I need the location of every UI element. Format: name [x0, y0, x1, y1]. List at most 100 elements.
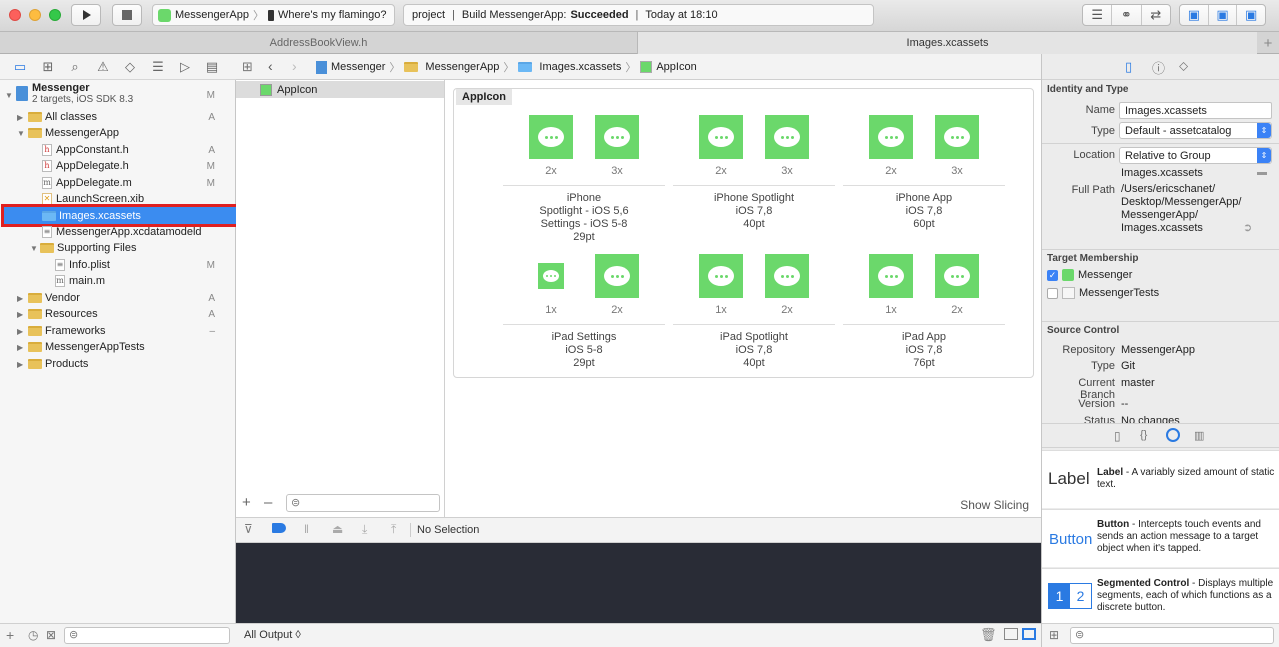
app-icon-slot[interactable] [765, 254, 809, 298]
disclosure-closed-icon[interactable]: ▶ [17, 294, 23, 303]
add-icon[interactable]: + [6, 627, 14, 643]
hide-debug-icon[interactable]: ⊽ [244, 522, 253, 536]
library-item[interactable]: Button Button - Intercepts touch events … [1042, 509, 1279, 567]
file-template-icon[interactable]: ▯ [1114, 429, 1121, 443]
disclosure-closed-icon[interactable]: ▶ [17, 310, 23, 319]
media-library-icon[interactable]: ▥ [1194, 429, 1204, 442]
report-icon[interactable]: ▤ [204, 59, 220, 75]
asset-filter-input[interactable]: ⊜ [286, 494, 440, 512]
step-into-icon[interactable]: ⤓ [362, 522, 367, 537]
navigator-toggle-icon[interactable]: ▣ [1180, 5, 1209, 25]
library-item[interactable]: 1 2 Segmented Control - Displays multipl… [1042, 568, 1279, 623]
target-row[interactable]: ✓ Messenger [1047, 269, 1132, 281]
nav-item[interactable]: ▶ Products [0, 356, 236, 372]
type-select[interactable]: Default - assetcatalog ⇕ [1119, 122, 1272, 139]
disclosure-open-icon[interactable]: ▼ [17, 129, 25, 138]
attributes-icon[interactable]: ⬦ [1179, 58, 1188, 74]
name-field[interactable]: Images.xcassets [1119, 102, 1272, 119]
app-icon-slot[interactable] [595, 115, 639, 159]
library-filter-input[interactable]: ⊜ [1070, 627, 1274, 644]
disclosure-open-icon[interactable]: ▼ [30, 244, 38, 253]
console-view-icon[interactable] [1022, 628, 1036, 640]
show-slicing-button[interactable]: Show Slicing [960, 498, 1029, 512]
checkbox-checked[interactable]: ✓ [1047, 269, 1058, 281]
folder-icon[interactable]: ▬ [1257, 167, 1267, 178]
code-snippet-icon[interactable]: {} [1140, 429, 1147, 441]
nav-item[interactable]: ▶ Frameworks – [0, 323, 236, 339]
remove-icon[interactable]: – [264, 494, 272, 511]
app-icon-slot[interactable] [595, 254, 639, 298]
version-editor-icon[interactable]: ⇄ [1142, 5, 1170, 25]
disclosure-closed-icon[interactable]: ▶ [17, 327, 23, 336]
breadcrumb-item[interactable]: MessengerApp [425, 61, 499, 73]
view-toggle-control[interactable]: ▣ ▣ ▣ [1179, 4, 1266, 26]
test-icon[interactable]: ◇ [122, 59, 138, 75]
close-window-button[interactable] [9, 9, 21, 21]
app-icon-slot[interactable] [538, 263, 564, 289]
breadcrumb-item[interactable]: Messenger [331, 61, 385, 73]
nav-item[interactable]: ≡ Info.plist M [0, 257, 236, 273]
object-library-icon[interactable] [1166, 428, 1180, 442]
app-icon-slot[interactable] [765, 115, 809, 159]
breakpoints-toggle-icon[interactable] [272, 523, 286, 533]
step-over-icon[interactable]: ⏏ [332, 522, 343, 536]
help-icon[interactable]: ⓘ [1152, 58, 1165, 77]
folder-icon[interactable]: ▭ [12, 59, 28, 75]
add-icon[interactable]: + [242, 494, 251, 511]
app-icon-slot[interactable] [869, 254, 913, 298]
nav-item[interactable]: h AppConstant.h A [0, 142, 236, 158]
breadcrumb-item[interactable]: AppIcon [656, 61, 696, 73]
app-icon-slot[interactable] [935, 115, 979, 159]
location-select[interactable]: Relative to Group ⇕ [1119, 147, 1272, 164]
nav-item[interactable]: m main.m [0, 273, 236, 289]
app-icon-slot[interactable] [699, 115, 743, 159]
tab-addressbookview[interactable]: AddressBookView.h [0, 32, 638, 54]
nav-item[interactable]: ▶ Resources A [0, 306, 236, 322]
app-icon-slot[interactable] [529, 115, 573, 159]
search-icon[interactable]: ⌕ [67, 59, 83, 75]
assistant-editor-icon[interactable]: ⚭ [1112, 5, 1142, 25]
scheme-selector[interactable]: MessengerApp 〉 Where's my flamingo? [152, 4, 395, 26]
console-area[interactable] [236, 543, 1041, 623]
run-button[interactable] [71, 4, 101, 26]
editor-mode-control[interactable]: ☰ ⚭ ⇄ [1082, 4, 1171, 26]
disclosure-closed-icon[interactable]: ▶ [17, 343, 23, 352]
minimize-window-button[interactable] [29, 9, 41, 21]
breadcrumb-item[interactable]: Images.xcassets [539, 61, 621, 73]
breakpoint-icon[interactable]: ▷ [177, 59, 193, 75]
nav-item[interactable]: ✕ LaunchScreen.xib [0, 191, 236, 207]
variables-view-icon[interactable] [1004, 628, 1018, 640]
nav-item[interactable]: ≡ MessengerApp.xcdatamodeld [0, 224, 236, 240]
pause-icon[interactable]: ‖ [304, 522, 309, 536]
output-filter-select[interactable]: All Output ◊ [244, 629, 301, 641]
nav-item[interactable]: ▶ All classes A [0, 109, 236, 125]
add-tab-button[interactable]: + [1257, 32, 1279, 54]
disclosure-closed-icon[interactable]: ▶ [17, 360, 23, 369]
utilities-toggle-icon[interactable]: ▣ [1237, 5, 1265, 25]
disclosure-closed-icon[interactable]: ▶ [17, 113, 23, 122]
nav-item[interactable]: ▶ MessengerAppTests [0, 339, 236, 355]
nav-item-selected[interactable]: Images.xcassets [1, 204, 239, 227]
grid-view-icon[interactable]: ⊞ [1049, 628, 1059, 642]
nav-item[interactable]: m AppDelegate.m M [0, 175, 236, 191]
forward-icon[interactable]: › [292, 58, 297, 74]
zoom-window-button[interactable] [49, 9, 61, 21]
target-row[interactable]: MessengerTests [1047, 287, 1159, 299]
file-inspector-icon[interactable]: ▯ [1125, 59, 1132, 75]
nav-item[interactable]: ▼ Supporting Files [0, 240, 236, 256]
debug-toggle-icon[interactable]: ▣ [1209, 5, 1238, 25]
standard-editor-icon[interactable]: ☰ [1083, 5, 1113, 25]
related-items-icon[interactable]: ⊞ [242, 59, 253, 75]
navigator-filter-input[interactable]: ⊜ [64, 627, 230, 644]
project-row[interactable]: ▼ Messenger 2 targets, iOS SDK 8.3 M [0, 82, 236, 108]
step-out-icon[interactable]: ⤒ [391, 522, 396, 537]
nav-item[interactable]: ▼ MessengerApp [0, 125, 236, 141]
nav-item[interactable]: h AppDelegate.h M [0, 158, 236, 174]
reveal-arrow-icon[interactable]: ➲ [1243, 221, 1252, 234]
disclosure-open-icon[interactable]: ▼ [5, 91, 13, 100]
app-icon-slot[interactable] [935, 254, 979, 298]
library-item[interactable]: Label Label - A variably sized amount of… [1042, 450, 1279, 508]
trash-icon[interactable]: 🗑 [980, 627, 997, 643]
debug-icon[interactable]: ☰ [150, 59, 166, 75]
checkbox-unchecked[interactable] [1047, 287, 1058, 299]
